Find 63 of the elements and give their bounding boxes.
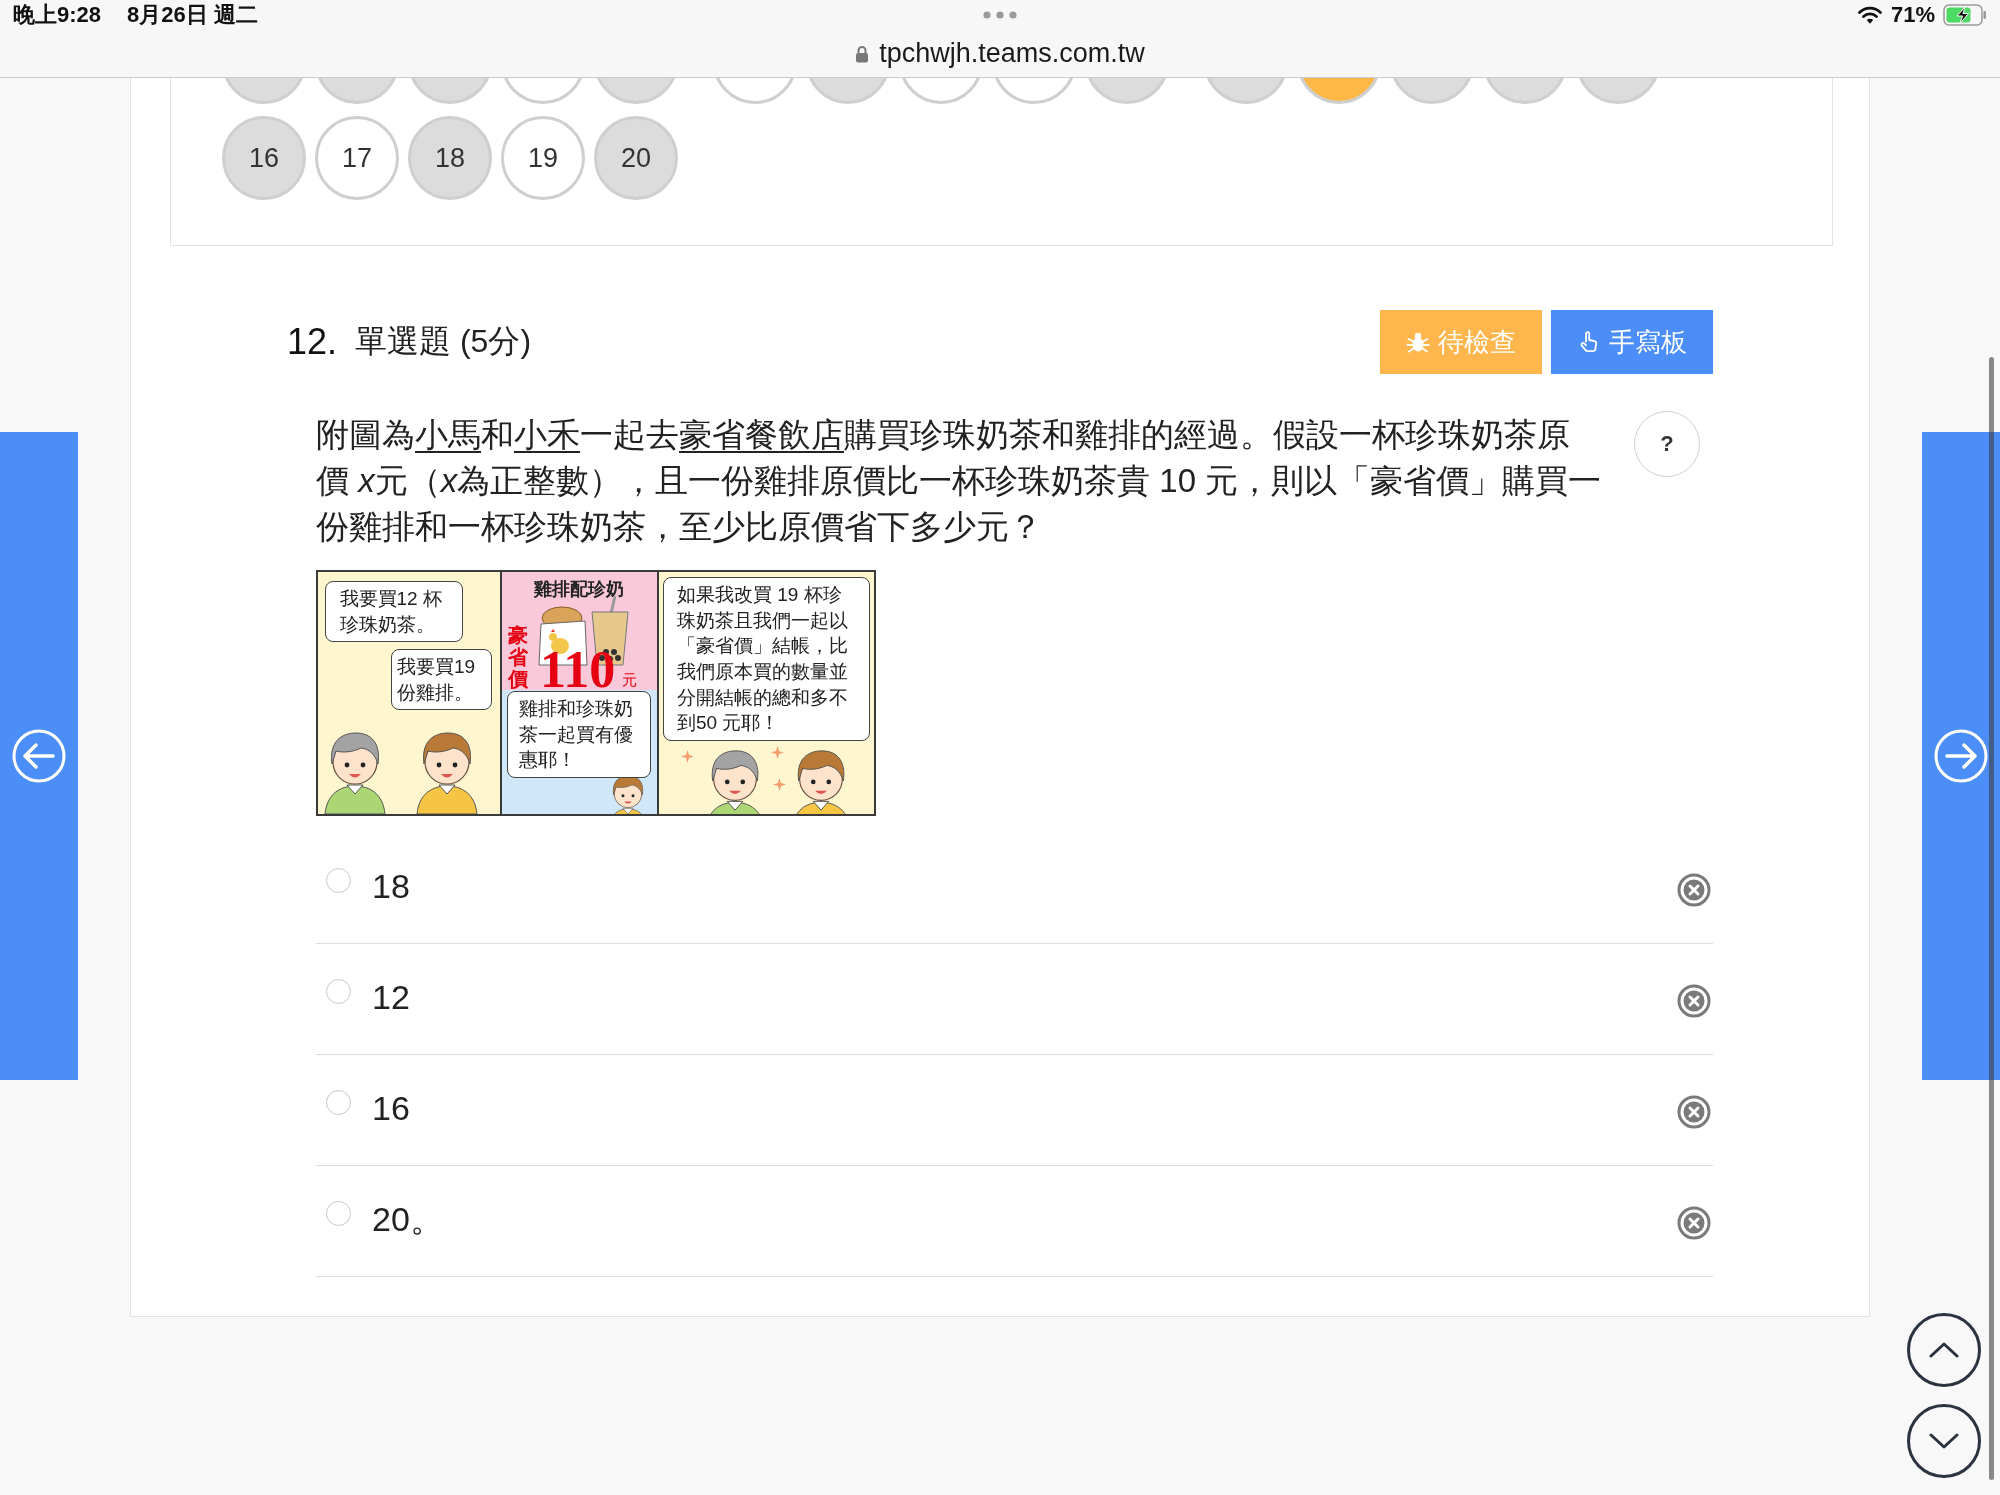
option-label[interactable]: 12 <box>372 977 410 1017</box>
option-label[interactable]: 18 <box>372 866 410 906</box>
help-button[interactable]: ? <box>1634 411 1700 477</box>
price-unit: 元 <box>622 672 637 688</box>
sparkle-icon <box>773 778 786 791</box>
question-number-button[interactable] <box>806 78 890 104</box>
x-circle-icon[interactable] <box>1677 1095 1711 1129</box>
option-label[interactable]: 20。 <box>372 1199 444 1239</box>
question-number-button[interactable]: 19 <box>501 116 585 200</box>
poster-title: 雞排配珍奶 <box>534 578 624 600</box>
question-number-button[interactable] <box>1085 78 1169 104</box>
question-number-button[interactable] <box>1390 78 1474 104</box>
lock-icon <box>855 44 870 63</box>
next-question-button[interactable] <box>1922 432 2000 1080</box>
price-value: 110 <box>540 650 616 690</box>
radio-button[interactable] <box>326 979 351 1004</box>
question-type: 單選題 (5分) <box>355 322 532 361</box>
question-number-button[interactable]: 18 <box>408 116 492 200</box>
question-number-button[interactable] <box>899 78 983 104</box>
question-number-button[interactable] <box>408 78 492 104</box>
question-number: 12. <box>287 321 338 363</box>
question-number-button[interactable] <box>1483 78 1567 104</box>
battery-percent: 71% <box>1890 2 1935 28</box>
status-time: 晚上9:28 <box>13 1 102 29</box>
question-number-button[interactable]: 16 <box>222 116 306 200</box>
radio-button[interactable] <box>326 868 351 893</box>
radio-button[interactable] <box>326 1090 351 1115</box>
wifi-icon <box>1856 5 1883 25</box>
bug-icon <box>1406 330 1430 354</box>
speech-bubble: 雞排和珍珠奶茶一起買有優惠耶！ <box>507 691 651 778</box>
option-label[interactable]: 16 <box>372 1088 410 1128</box>
x-circle-icon[interactable] <box>1677 1206 1711 1240</box>
previous-question-button[interactable] <box>0 432 78 1080</box>
x-circle-icon[interactable] <box>1677 873 1711 907</box>
question-number-button[interactable] <box>1297 78 1381 104</box>
question-number-button[interactable] <box>1204 78 1288 104</box>
speech-bubble: 我要買19份雞排。 <box>391 649 492 711</box>
radio-button[interactable] <box>326 1201 351 1226</box>
x-circle-icon[interactable] <box>1677 984 1711 1018</box>
scrollbar[interactable] <box>1989 357 1994 1480</box>
question-number-button[interactable]: 17 <box>315 116 399 200</box>
battery-charging-icon <box>1943 4 1987 26</box>
question-number-button[interactable] <box>713 78 797 104</box>
scroll-down-button[interactable] <box>1907 1404 1981 1478</box>
more-dots-icon[interactable] <box>983 11 1017 19</box>
speech-bubble: 如果我改買 19 杯珍珠奶茶且我們一起以「豪省價」結帳，比我們原本買的數量並分開結帳的總和多不到50 元耶！ <box>663 577 870 741</box>
question-number-button[interactable] <box>501 78 585 104</box>
question-number-button[interactable] <box>594 78 678 104</box>
status-date: 8月26日 週二 <box>127 1 258 29</box>
address-url[interactable]: tpchwjh.teams.com.tw <box>879 38 1145 69</box>
question-number-button[interactable]: 20 <box>594 116 678 200</box>
scroll-up-button[interactable] <box>1907 1313 1981 1387</box>
speech-bubble: 我要買12 杯珍珠奶茶。 <box>325 581 463 643</box>
sparkle-icon <box>771 746 784 759</box>
question-number-button[interactable] <box>992 78 1076 104</box>
question-number-button[interactable] <box>1576 78 1660 104</box>
sparkle-icon <box>681 750 694 763</box>
price-label: 豪省價 <box>508 624 528 690</box>
chevron-up-icon <box>1929 1342 1959 1358</box>
chevron-down-icon <box>1929 1433 1959 1449</box>
question-number-button[interactable] <box>315 78 399 104</box>
question-number-button[interactable] <box>222 78 306 104</box>
question-text: 附圖為小馬和小禾一起去豪省餐飲店購買珍珠奶茶和雞排的經過。假設一杯珍珠奶茶原價 x元（x為正整數），且一份雞排原價比一杯珍珠奶茶貴 10 元，則以「豪省價」購買一份雞排和一杯珍珠奶茶，至少比原價省下多少元？ <box>316 415 1602 547</box>
